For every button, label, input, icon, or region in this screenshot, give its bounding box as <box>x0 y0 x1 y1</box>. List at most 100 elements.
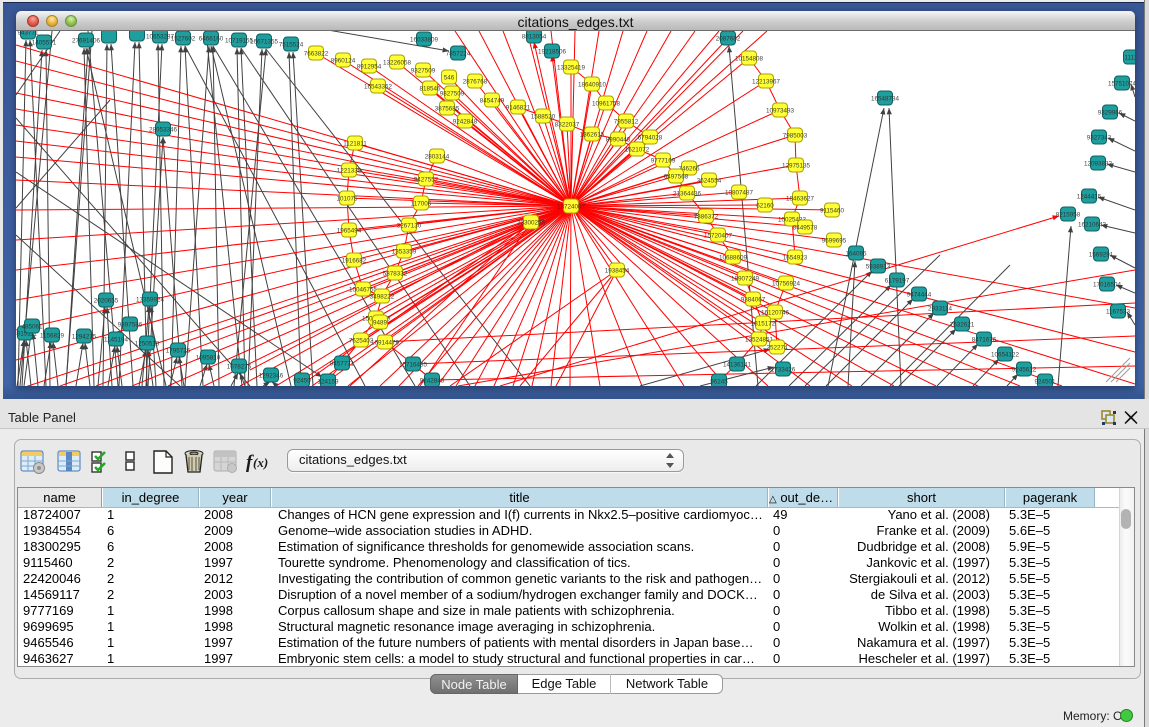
svg-text:6466160: 6466160 <box>199 36 224 43</box>
svg-text:27691406: 27691406 <box>72 38 101 45</box>
svg-text:19218506: 19218506 <box>538 49 567 56</box>
svg-text:17016504: 17016504 <box>1093 282 1122 289</box>
svg-text:9384067: 9384067 <box>741 297 766 304</box>
svg-text:1621072: 1621072 <box>625 147 650 154</box>
svg-text:6794028: 6794028 <box>638 135 663 142</box>
svg-text:9115460: 9115460 <box>820 208 845 215</box>
svg-text:10807487: 10807487 <box>725 190 754 197</box>
svg-text:8960124: 8960124 <box>331 58 356 65</box>
svg-text:3624554: 3624554 <box>697 178 722 185</box>
svg-text:818546: 818546 <box>419 86 441 93</box>
svg-text:16120746: 16120746 <box>761 310 790 317</box>
svg-text:9427552: 9427552 <box>414 177 439 184</box>
svg-text:28053346: 28053346 <box>149 127 178 134</box>
svg-text:8449578: 8449578 <box>793 225 818 232</box>
svg-text:12975135: 12975135 <box>782 163 811 170</box>
svg-text:96245: 96245 <box>710 379 728 386</box>
svg-text:7857224: 7857224 <box>446 51 471 58</box>
svg-text:10961758: 10961758 <box>592 101 621 108</box>
svg-text:1353359: 1353359 <box>392 249 417 256</box>
svg-text:16548784: 16548784 <box>871 96 900 103</box>
svg-text:9245612: 9245612 <box>1012 367 1037 374</box>
svg-text:5938913: 5938913 <box>866 264 891 271</box>
svg-text:1938454: 1938454 <box>605 268 630 275</box>
svg-text:16210643: 16210643 <box>1078 222 1107 229</box>
svg-text:16671355: 16671355 <box>250 39 279 46</box>
svg-text:17359924: 17359924 <box>136 297 165 304</box>
svg-text:15720407: 15720407 <box>704 233 733 240</box>
svg-text:9146821: 9146821 <box>506 105 531 112</box>
svg-text:13226058: 13226058 <box>383 60 412 67</box>
svg-text:9777169: 9777169 <box>651 158 676 165</box>
svg-text:1112: 1112 <box>1124 55 1135 62</box>
svg-text:10046755: 10046755 <box>349 287 378 294</box>
svg-text:1527602: 1527602 <box>171 36 196 43</box>
svg-text:62160: 62160 <box>756 203 774 210</box>
svg-text:21364436: 21364436 <box>673 191 702 198</box>
svg-text:1121811: 1121811 <box>343 141 367 148</box>
svg-text:1294275: 1294275 <box>72 334 97 341</box>
svg-text:3267130: 3267130 <box>397 223 422 230</box>
svg-text:9474444: 9474444 <box>907 292 932 299</box>
svg-text:1569291: 1569291 <box>1089 252 1114 259</box>
svg-text:1405571: 1405571 <box>32 40 57 47</box>
svg-text:1795725: 1795725 <box>166 348 191 355</box>
svg-text:1250518: 1250518 <box>135 341 160 348</box>
svg-text:18463627: 18463627 <box>786 196 815 203</box>
svg-text:1733426: 1733426 <box>771 367 796 374</box>
svg-text:1815172: 1815172 <box>751 321 776 328</box>
svg-text:6179197: 6179197 <box>885 278 910 285</box>
svg-text:9489: 9489 <box>373 320 388 327</box>
svg-text:18640910: 18640910 <box>578 82 607 89</box>
svg-text:1095810: 1095810 <box>196 355 221 362</box>
svg-text:1244415: 1244415 <box>1077 194 1102 201</box>
svg-text:8990448: 8990448 <box>606 137 631 144</box>
svg-text:12093832: 12093832 <box>1084 161 1113 168</box>
svg-text:8471676: 8471676 <box>972 337 997 344</box>
svg-text:15716485: 15716485 <box>399 362 428 369</box>
svg-text:9327509: 9327509 <box>411 68 436 75</box>
svg-text:1156829: 1156829 <box>40 333 65 340</box>
svg-text:2087682: 2087682 <box>716 36 741 43</box>
svg-text:9457771: 9457771 <box>330 361 355 368</box>
svg-text:7632621: 7632621 <box>950 322 975 329</box>
svg-text:7955812: 7955812 <box>614 119 639 126</box>
svg-text:13325419: 13325419 <box>557 65 586 72</box>
svg-text:1654923: 1654923 <box>783 255 808 262</box>
svg-text:8454749: 8454749 <box>480 98 505 105</box>
svg-text:7386372: 7386372 <box>694 214 719 221</box>
svg-text:9827509: 9827509 <box>440 91 465 98</box>
svg-text:9242848: 9242848 <box>420 378 445 385</box>
svg-text:7985003: 7985003 <box>783 133 808 140</box>
svg-text:9242848: 9242848 <box>453 119 478 126</box>
svg-text:117006: 117006 <box>411 201 432 208</box>
svg-text:(x): (x) <box>253 455 268 470</box>
svg-text:15751074: 15751074 <box>1108 81 1135 88</box>
svg-text:9397586: 9397586 <box>118 322 143 329</box>
svg-text:1965494: 1965494 <box>337 228 362 235</box>
svg-text:10654122: 10654122 <box>991 352 1020 359</box>
svg-text:1145194: 1145194 <box>104 337 129 344</box>
svg-text:8322037: 8322037 <box>555 122 580 129</box>
svg-text:7663822: 7663822 <box>304 51 329 58</box>
svg-text:10688609: 10688609 <box>719 255 748 262</box>
svg-text:7515524: 7515524 <box>279 42 304 49</box>
svg-text:10973493: 10973493 <box>766 108 795 115</box>
svg-text:485061: 485061 <box>21 324 43 331</box>
svg-text:546: 546 <box>444 75 455 82</box>
svg-text:23300295: 23300295 <box>517 220 546 227</box>
svg-text:8912954: 8912954 <box>357 64 382 71</box>
svg-text:3875685: 3875685 <box>435 106 460 113</box>
svg-text:10154808: 10154808 <box>735 56 764 63</box>
svg-text:16914479: 16914479 <box>371 340 400 347</box>
svg-text:2020655: 2020655 <box>94 298 119 305</box>
svg-text:18724007: 18724007 <box>557 204 586 211</box>
svg-text:1588520: 1588520 <box>531 114 556 121</box>
svg-text:1362615: 1362615 <box>580 132 605 139</box>
svg-text:18907249: 18907249 <box>731 276 760 283</box>
svg-text:16033809: 16033809 <box>410 37 439 44</box>
svg-text:1916682: 1916682 <box>342 258 367 265</box>
svg-text:16543362: 16543362 <box>364 84 393 91</box>
svg-text:164095: 164095 <box>845 251 867 258</box>
svg-text:1221338: 1221338 <box>337 168 362 175</box>
